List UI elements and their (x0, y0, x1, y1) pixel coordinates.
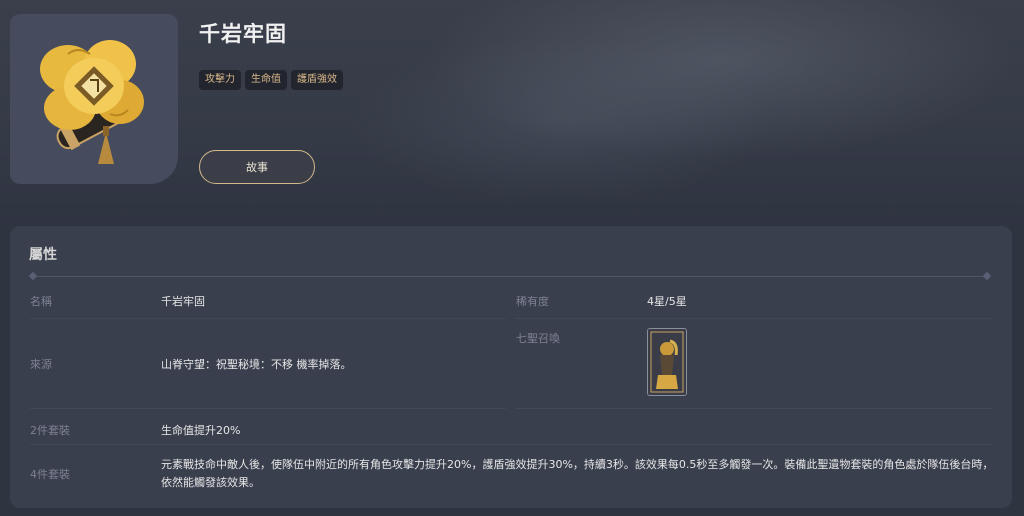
attributes-panel: 屬性 名稱 千岩牢固 稀有度 4星/5星 來源 山脊守望：祝聖秘境：不移 機率掉… (10, 226, 1012, 508)
source-label: 來源 (30, 358, 52, 371)
tag-atk: 攻擊力 (199, 70, 241, 90)
artifact-title: 千岩牢固 (199, 22, 287, 46)
tag-shield: 護盾強效 (291, 70, 343, 90)
section-title: 屬性 (29, 247, 57, 263)
set4-value: 元素戰技命中敵人後，使隊伍中附近的所有角色攻擊力提升20%，護盾強效提升30%，… (161, 458, 994, 489)
rarity-value: 4星/5星 (647, 295, 687, 308)
source-value: 山脊守望：祝聖秘境：不移 機率掉落。 (161, 358, 352, 371)
tag-list: 攻擊力 生命值 護盾強效 (199, 70, 343, 90)
divider-right-ornament (982, 271, 992, 281)
name-label: 名稱 (30, 295, 52, 308)
row-divider (30, 318, 506, 319)
divider-left-ornament (28, 271, 38, 281)
name-value: 千岩牢固 (161, 295, 205, 308)
divider (32, 276, 990, 277)
artifact-icon-card (10, 14, 178, 184)
tag-hp: 生命值 (245, 70, 287, 90)
tcg-card-icon[interactable] (647, 328, 687, 396)
tcg-label: 七聖召喚 (516, 332, 560, 345)
rarity-label: 稀有度 (516, 295, 549, 308)
set2-label: 2件套裝 (30, 424, 70, 437)
set2-value: 生命值提升20% (161, 424, 241, 437)
golden-flower-artifact-icon (40, 40, 144, 164)
row-divider (30, 408, 506, 409)
story-button[interactable]: 故事 (199, 150, 315, 184)
row-divider (516, 408, 992, 409)
row-divider (30, 444, 992, 445)
row-divider (516, 318, 992, 319)
set4-label: 4件套裝 (30, 468, 70, 481)
